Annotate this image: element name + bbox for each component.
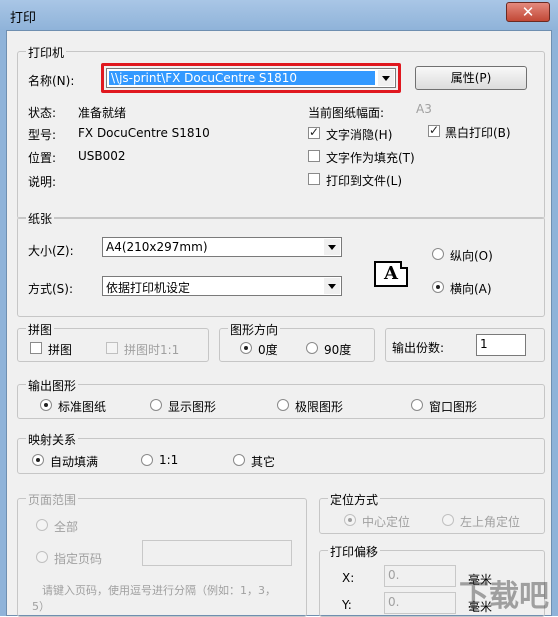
mapping-autofill-radio[interactable]: [32, 454, 44, 466]
text-antialias-label[interactable]: 文字消隐(H): [326, 126, 392, 143]
chevron-down-icon[interactable]: [378, 70, 394, 86]
title-bar[interactable]: 打印 ✕: [0, 0, 558, 30]
current-paper-label: 当前图纸幅面:: [308, 106, 385, 120]
tile-group-title: 拼图: [26, 321, 55, 338]
copies-input[interactable]: 1: [476, 334, 526, 356]
chevron-down-icon[interactable]: [324, 239, 340, 255]
direction-0-label[interactable]: 0度: [258, 341, 278, 358]
output-graphic-title: 输出图形: [26, 377, 79, 394]
tile-time-checkbox[interactable]: [106, 342, 118, 354]
chevron-down-icon[interactable]: [324, 278, 340, 294]
paper-size-label: 大小(Z):: [28, 244, 74, 258]
output-limit-label[interactable]: 极限图形: [295, 398, 343, 415]
page-range-title: 页面范围: [26, 491, 79, 508]
window-title: 打印: [10, 11, 37, 26]
tile-time-label[interactable]: 拼图时1:1: [124, 341, 179, 358]
printer-name-label: 名称(N):: [28, 74, 75, 88]
print-dialog: 打印 ✕ 打印机 名称(N): \\js-print\FX DocuCentre…: [0, 0, 558, 617]
tile-group: 拼图 拼图 拼图时1:1: [17, 321, 209, 362]
output-window-radio[interactable]: [411, 399, 423, 411]
comment-label: 说明:: [28, 175, 57, 189]
printer-group-title: 打印机: [26, 44, 67, 61]
tile-label[interactable]: 拼图: [48, 341, 72, 358]
page-specify-radio[interactable]: [36, 551, 48, 563]
direction-90-radio[interactable]: [306, 342, 318, 354]
mapping-group: 映射关系 自动填满 1:1 其它: [17, 431, 545, 474]
page-number-input[interactable]: [142, 540, 292, 566]
output-display-label[interactable]: 显示图形: [168, 398, 216, 415]
direction-90-label[interactable]: 90度: [324, 341, 351, 358]
close-button[interactable]: ✕: [506, 2, 550, 22]
graphic-direction-group: 图形方向 0度 90度: [219, 321, 375, 362]
location-value: USB002: [78, 149, 126, 163]
positioning-group: 定位方式 中心定位 左上角定位: [319, 491, 545, 534]
printer-group: 打印机 名称(N): \\js-print\FX DocuCentre S181…: [17, 44, 545, 219]
paper-size-value: A4(210x297mm): [106, 240, 208, 254]
text-antialias-checkbox[interactable]: [308, 125, 320, 139]
offset-x-label: X:: [342, 571, 355, 585]
mapping-1to1-label[interactable]: 1:1: [159, 453, 178, 467]
paper-group: 纸张 大小(Z): A4(210x297mm) 方式(S): 依据打印机设定 A…: [17, 210, 545, 317]
status-label: 状态:: [28, 106, 57, 120]
mapping-autofill-label[interactable]: 自动填满: [50, 453, 98, 470]
page-all-label[interactable]: 全部: [54, 518, 78, 535]
dialog-client: 打印机 名称(N): \\js-print\FX DocuCentre S181…: [6, 30, 552, 617]
mapping-1to1-radio[interactable]: [141, 454, 153, 466]
output-standard-label[interactable]: 标准图纸: [58, 398, 106, 415]
position-center-label[interactable]: 中心定位: [362, 513, 410, 530]
output-graphic-group: 输出图形 标准图纸 显示图形 极限图形 窗口图形: [17, 377, 545, 419]
copies-group: 输出份数: 1: [385, 328, 545, 362]
printer-select-value: \\js-print\FX DocuCentre S1810: [109, 71, 375, 85]
page-range-group: 页面范围 全部 指定页码 请键入页码，使用逗号进行分隔（例如：1，3， 5）: [17, 491, 307, 617]
portrait-label[interactable]: 纵向(O): [450, 247, 493, 264]
page-specify-label[interactable]: 指定页码: [54, 550, 102, 567]
tile-checkbox[interactable]: [30, 342, 42, 354]
landscape-radio[interactable]: [432, 281, 444, 293]
paper-mode-label: 方式(S):: [28, 282, 74, 296]
paper-mode-select[interactable]: 依据打印机设定: [102, 276, 342, 296]
printer-select[interactable]: \\js-print\FX DocuCentre S1810: [106, 68, 396, 88]
landscape-page-icon: A: [374, 261, 408, 287]
status-value: 准备就绪: [78, 106, 127, 120]
text-as-fill-checkbox[interactable]: [308, 150, 320, 162]
offset-y-label: Y:: [342, 598, 352, 612]
output-standard-radio[interactable]: [40, 399, 52, 411]
position-topleft-radio[interactable]: [442, 514, 454, 526]
output-limit-radio[interactable]: [277, 399, 289, 411]
mono-print-checkbox[interactable]: [428, 123, 440, 137]
position-topleft-label[interactable]: 左上角定位: [460, 513, 520, 530]
position-center-radio[interactable]: [344, 514, 356, 526]
model-value: FX DocuCentre S1810: [78, 126, 210, 140]
paper-size-select[interactable]: A4(210x297mm): [102, 237, 342, 257]
offset-title: 打印偏移: [328, 543, 381, 560]
location-label: 位置:: [28, 151, 57, 165]
graphic-direction-title: 图形方向: [228, 321, 281, 338]
mapping-other-radio[interactable]: [233, 454, 245, 466]
landscape-label[interactable]: 横向(A): [450, 280, 492, 297]
print-to-file-checkbox[interactable]: [308, 173, 320, 185]
properties-button[interactable]: 属性(P): [415, 66, 527, 90]
positioning-title: 定位方式: [328, 491, 381, 508]
page-range-hint-line1: 请键入页码，使用逗号进行分隔（例如：1，3，: [42, 584, 276, 597]
mono-print-label[interactable]: 黑白打印(B): [445, 124, 511, 141]
page-range-hint-line2: 5）: [32, 600, 50, 613]
mapping-group-title: 映射关系: [26, 431, 79, 448]
mapping-other-label[interactable]: 其它: [251, 453, 275, 470]
paper-mode-value: 依据打印机设定: [106, 281, 191, 295]
output-display-radio[interactable]: [150, 399, 162, 411]
offset-x-input[interactable]: 0.: [384, 565, 456, 587]
print-to-file-label[interactable]: 打印到文件(L): [326, 172, 402, 189]
text-as-fill-label[interactable]: 文字作为填充(T): [326, 149, 415, 166]
output-window-label[interactable]: 窗口图形: [429, 398, 477, 415]
portrait-radio[interactable]: [432, 248, 444, 260]
offset-y-input[interactable]: 0.: [384, 592, 456, 614]
page-all-radio[interactable]: [36, 519, 48, 531]
paper-group-title: 纸张: [26, 210, 55, 227]
direction-0-radio[interactable]: [240, 342, 252, 354]
current-paper-value: A3: [416, 102, 432, 116]
copies-label: 输出份数:: [392, 341, 445, 355]
watermark-logo: 下载吧: [459, 579, 549, 614]
model-label: 型号:: [28, 128, 57, 142]
